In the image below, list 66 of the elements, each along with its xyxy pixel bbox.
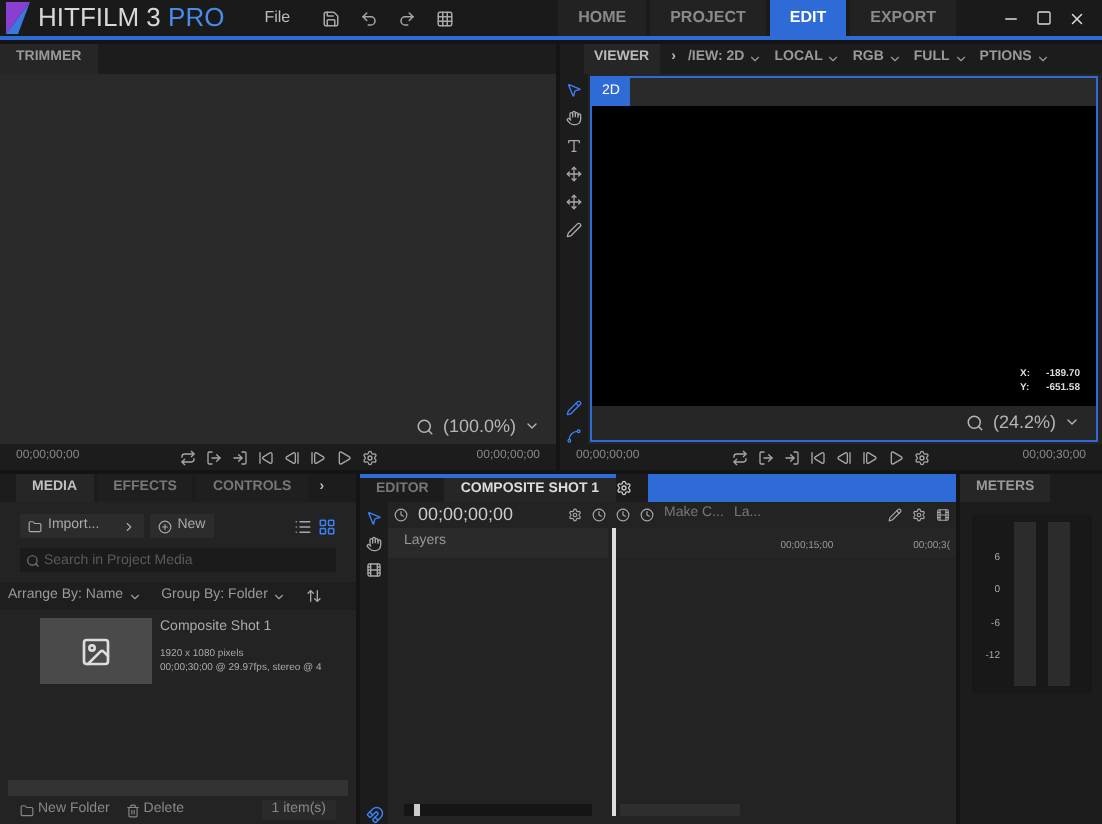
- workspace-tab[interactable]: HOME: [558, 0, 647, 36]
- play-icon[interactable]: [335, 449, 351, 465]
- settings-icon[interactable]: [912, 508, 926, 522]
- pencil-icon[interactable]: [888, 508, 902, 522]
- caret-icon: [127, 589, 142, 603]
- workspace-tab[interactable]: EXPORT: [850, 0, 957, 36]
- save-icon[interactable]: [322, 9, 341, 27]
- undo-icon[interactable]: [360, 9, 379, 27]
- grid-icon[interactable]: [436, 9, 455, 27]
- zoom-dropdown[interactable]: (24.2%): [966, 409, 1080, 436]
- pen-tool-icon[interactable]: [566, 222, 582, 238]
- caret-icon: [887, 52, 902, 66]
- app-title: HITFILM 3 PRO: [38, 0, 225, 37]
- list-view-icon[interactable]: [294, 517, 312, 535]
- out-icon[interactable]: [205, 449, 221, 465]
- workspace-tab[interactable]: PROJECT: [650, 0, 766, 36]
- select-tool-icon[interactable]: [366, 510, 382, 526]
- select-tool-icon[interactable]: [566, 82, 582, 98]
- in-icon[interactable]: [784, 449, 800, 465]
- zoom-dropdown[interactable]: (100.0%): [416, 413, 540, 440]
- loop-icon[interactable]: [732, 449, 748, 465]
- redo-icon[interactable]: [398, 9, 417, 27]
- text-tool-icon[interactable]: [566, 138, 582, 154]
- plus-icon: [157, 519, 172, 533]
- caret-icon: [953, 52, 968, 66]
- pencil-tool-icon[interactable]: [566, 400, 582, 416]
- workspace-tab[interactable]: EDIT: [769, 0, 847, 36]
- spline-tool-icon[interactable]: [566, 428, 582, 444]
- step-forward-icon[interactable]: [309, 449, 325, 465]
- move-tool-icon[interactable]: [566, 166, 582, 182]
- maximize-icon[interactable]: [1036, 10, 1052, 26]
- step-back-icon[interactable]: [283, 449, 299, 465]
- trash-icon: [125, 803, 140, 817]
- zoom-slider-thumb[interactable]: [413, 804, 420, 816]
- sort-icon[interactable]: [305, 588, 322, 604]
- in-icon[interactable]: [231, 449, 247, 465]
- caret-icon: [271, 589, 286, 603]
- settings-icon[interactable]: [914, 449, 930, 465]
- search-icon: [26, 553, 40, 567]
- search-icon: [966, 413, 985, 432]
- settings-icon[interactable]: [361, 449, 377, 465]
- logo-icon: [6, 2, 30, 34]
- caret-icon: [121, 519, 136, 533]
- caret-icon: [748, 52, 763, 66]
- step-forward-icon[interactable]: [862, 449, 878, 465]
- skip-back-icon[interactable]: [257, 449, 273, 465]
- hand-tool-icon[interactable]: [366, 536, 382, 552]
- search-icon: [416, 417, 435, 436]
- clock-icon[interactable]: [394, 508, 408, 522]
- play-icon[interactable]: [888, 449, 904, 465]
- caret-icon: [1035, 52, 1050, 66]
- file-menu[interactable]: File: [264, 6, 291, 30]
- step-back-icon[interactable]: [836, 449, 852, 465]
- magnet-icon[interactable]: [365, 806, 383, 824]
- timeline-timecode: 00;00;00;00: [418, 501, 516, 528]
- folder-icon: [20, 803, 34, 817]
- hand-tool-icon[interactable]: [566, 110, 582, 126]
- close-icon[interactable]: [1068, 9, 1086, 27]
- settings-icon[interactable]: [568, 508, 582, 522]
- caret-icon: [826, 52, 841, 66]
- film-icon[interactable]: [936, 508, 950, 522]
- skip-back-icon[interactable]: [810, 449, 826, 465]
- grid-view-icon[interactable]: [318, 517, 336, 535]
- folder-icon: [28, 519, 42, 533]
- loop-icon[interactable]: [179, 449, 195, 465]
- out-icon[interactable]: [758, 449, 774, 465]
